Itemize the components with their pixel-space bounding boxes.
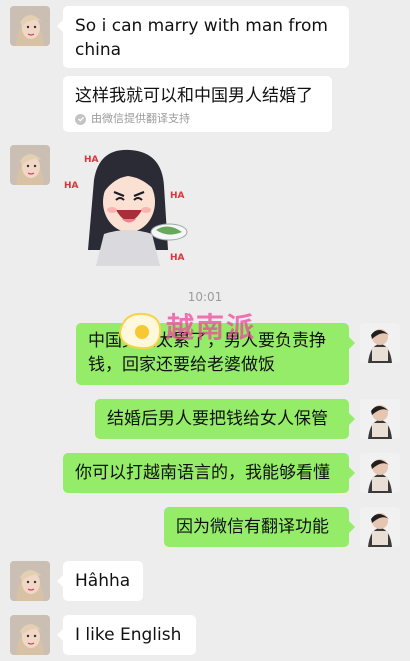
sticker-ha-text: HA: [170, 253, 185, 263]
message-timestamp: 10:01: [187, 290, 223, 304]
message-bubble[interactable]: 结婚后男人要把钱给女人保管: [95, 399, 355, 439]
contact-avatar[interactable]: [10, 615, 50, 655]
message-bubble[interactable]: So i can marry with man from china: [57, 6, 349, 68]
translated-text: 这样我就可以和中国男人结婚了: [75, 86, 313, 106]
contact-avatar[interactable]: [10, 561, 50, 601]
translation-note: 由微信提供翻译支持: [75, 112, 320, 126]
message-text: So i can marry with man from china: [75, 16, 328, 60]
message-bubble[interactable]: 你可以打越南语言的，我能够看懂: [63, 453, 355, 493]
message-text: 因为微信有翻译功能: [176, 517, 329, 537]
message-text: I like English: [75, 625, 182, 645]
message-text: 结婚后男人要把钱给女人保管: [107, 409, 328, 429]
message-bubble[interactable]: I like English: [57, 615, 196, 655]
translation-note-text: 由微信提供翻译支持: [91, 112, 190, 125]
my-avatar[interactable]: [360, 453, 400, 493]
translation-bubble[interactable]: 这样我就可以和中国男人结婚了 由微信提供翻译支持: [63, 76, 332, 132]
message-bubble[interactable]: 因为微信有翻译功能: [164, 507, 355, 547]
contact-avatar[interactable]: [10, 145, 50, 185]
message-bubble[interactable]: Hâhha: [57, 561, 143, 601]
message-bubble[interactable]: 中国男人太累了，男人要负责挣钱，回家还要给老婆做饭: [76, 323, 355, 385]
sticker-ha-text: HA: [84, 155, 99, 165]
my-avatar[interactable]: [360, 399, 400, 439]
check-icon: [75, 113, 86, 125]
my-avatar[interactable]: [360, 323, 400, 363]
message-text: 中国男人太累了，男人要负责挣钱，回家还要给老婆做饭: [88, 331, 326, 375]
message-text: 你可以打越南语言的，我能够看懂: [75, 463, 330, 483]
contact-avatar[interactable]: [10, 6, 50, 46]
message-text: Hâhha: [75, 571, 131, 591]
my-avatar[interactable]: [360, 507, 400, 547]
laughing-character-sticker[interactable]: HA HA HA HA: [64, 140, 194, 270]
sticker-ha-text: HA: [170, 191, 185, 201]
sticker-ha-text: HA: [64, 181, 79, 191]
